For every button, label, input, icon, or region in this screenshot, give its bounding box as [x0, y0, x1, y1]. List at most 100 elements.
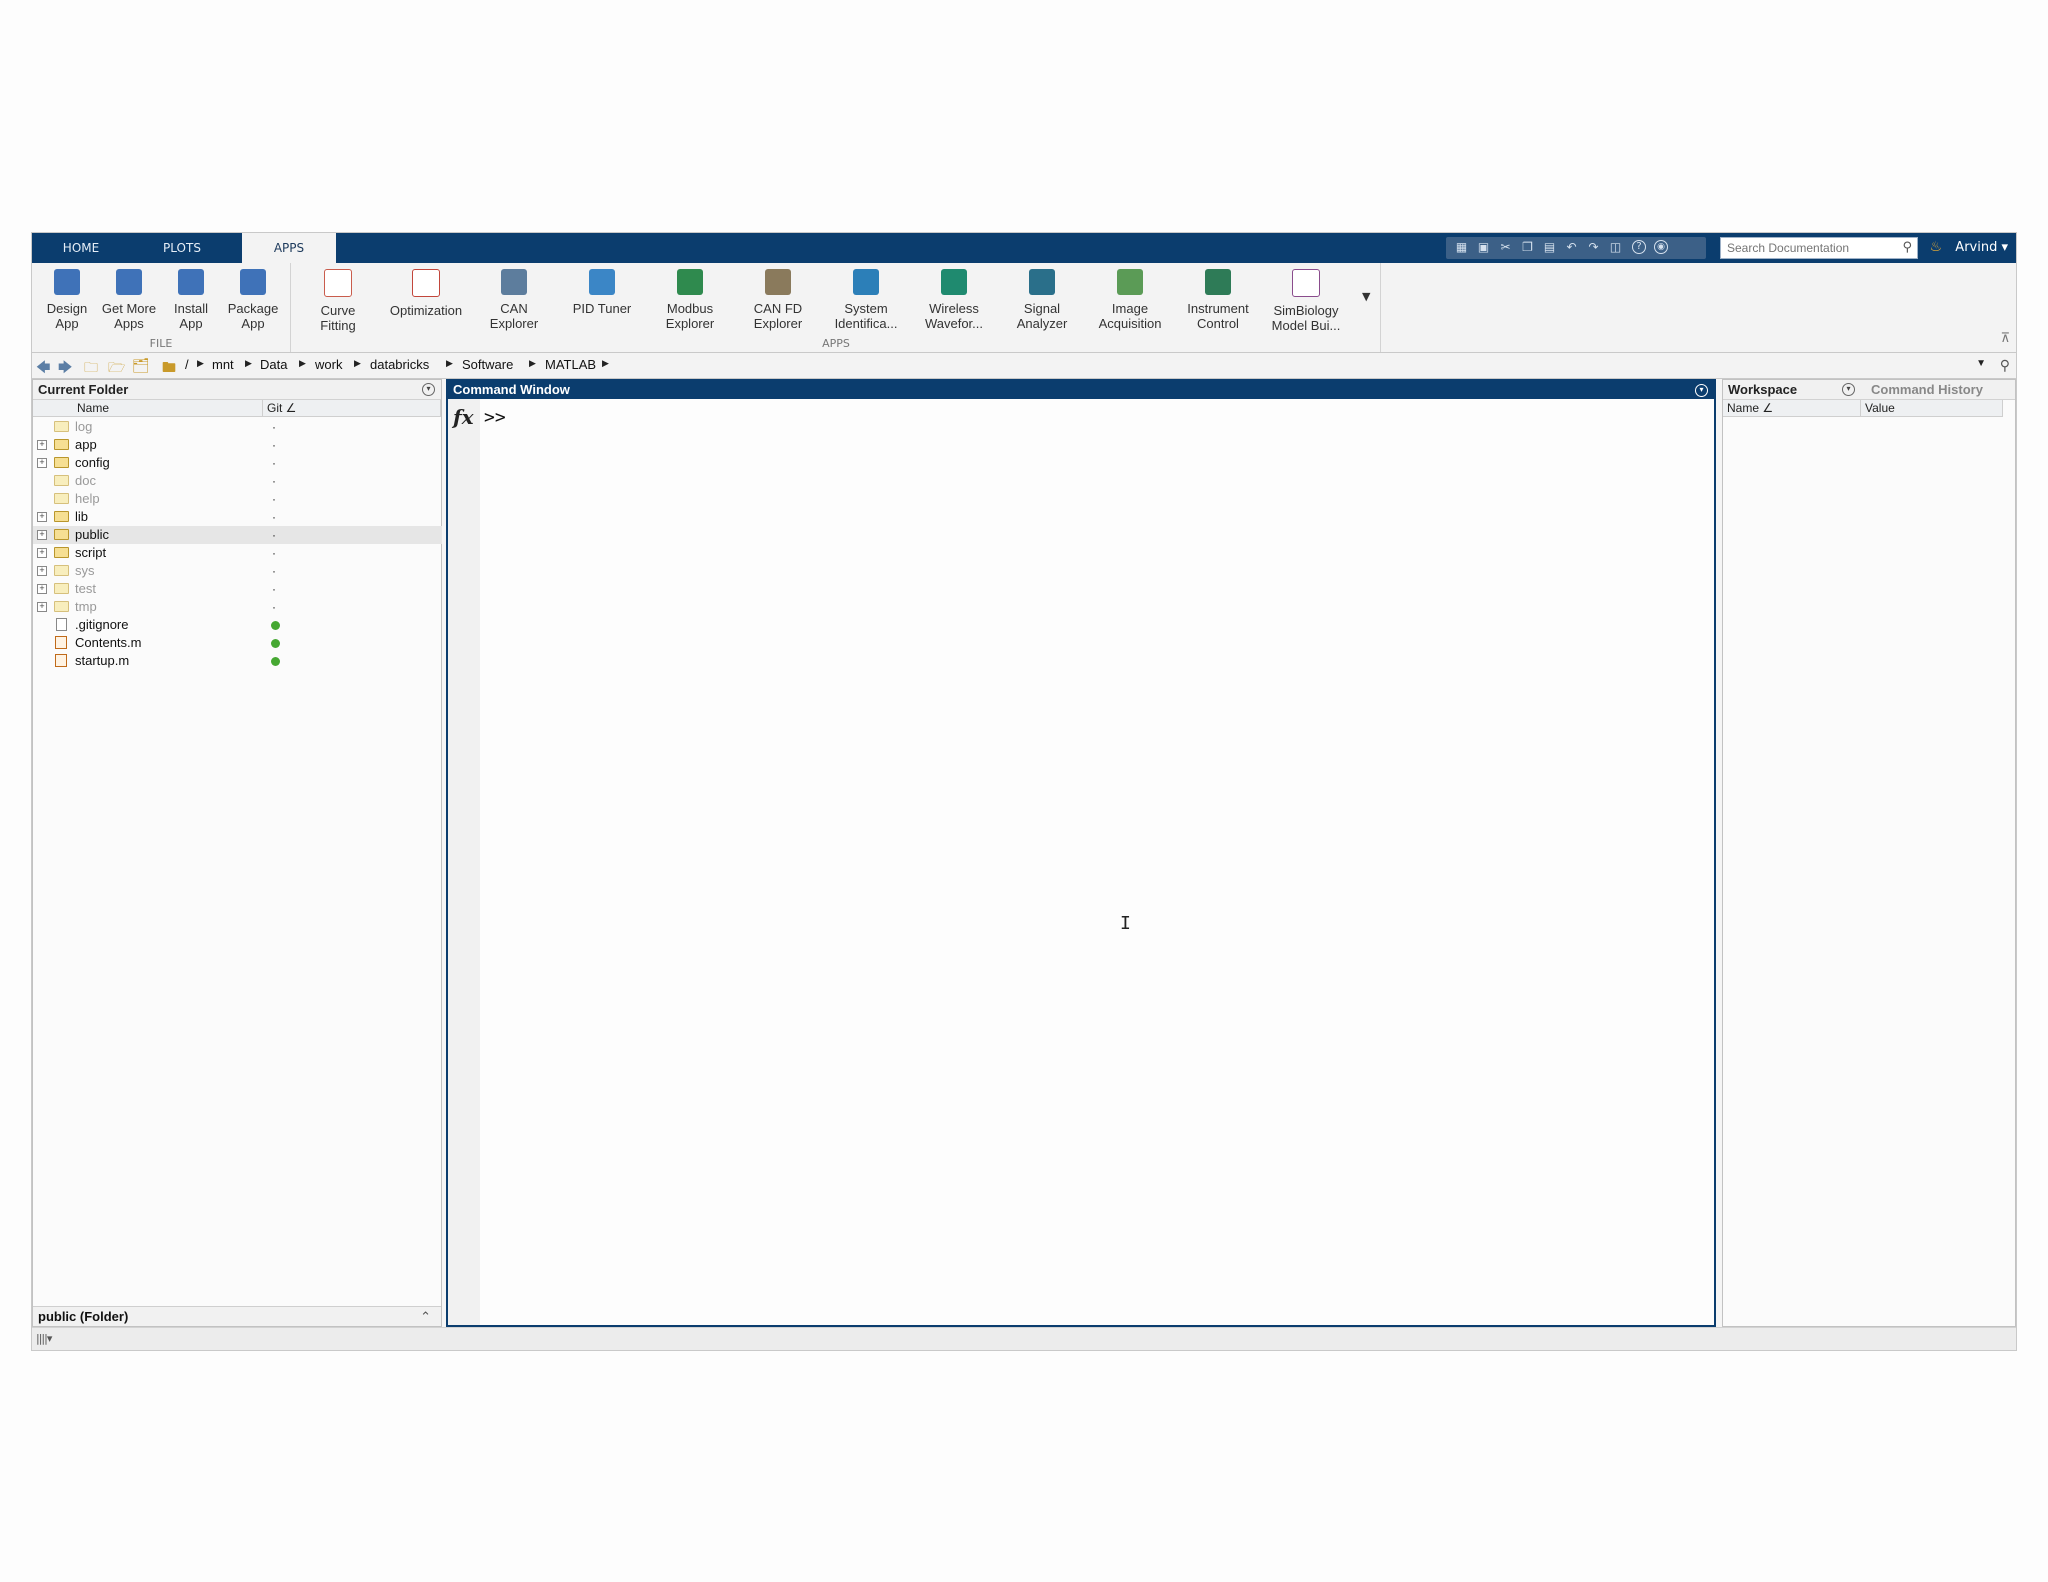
- crumb-separator[interactable]: ▶: [602, 358, 609, 369]
- list-item[interactable]: help ·: [33, 490, 442, 508]
- panel-menu-icon[interactable]: ▾: [1695, 384, 1708, 397]
- notification-bell-icon[interactable]: ♨: [1929, 239, 1942, 255]
- function-browser-icon[interactable]: fx: [453, 405, 474, 429]
- community-icon[interactable]: ◉: [1654, 240, 1668, 254]
- crumb-root[interactable]: /: [185, 357, 189, 372]
- list-item[interactable]: Contents.m: [33, 634, 442, 652]
- current-folder-header: Current Folder ▾: [33, 380, 441, 400]
- can-explorer-button[interactable]: CAN Explorer: [472, 269, 556, 331]
- list-item[interactable]: + tmp ·: [33, 598, 442, 616]
- modbus-explorer-button[interactable]: Modbus Explorer: [648, 269, 732, 331]
- folder-history-icon[interactable]: 🗂: [132, 357, 150, 374]
- instrument-control-button[interactable]: Instrument Control: [1176, 269, 1260, 331]
- tab-plots[interactable]: PLOTS: [130, 233, 234, 263]
- expand-icon[interactable]: +: [37, 512, 47, 522]
- signal-analyzer-button[interactable]: Signal Analyzer: [1000, 269, 1084, 331]
- curve-fitting-button[interactable]: Curve Fitting: [296, 269, 380, 333]
- folder-icon: [54, 439, 69, 450]
- save-icon[interactable]: ▣: [1476, 240, 1491, 255]
- modbus-explorer-icon: [677, 269, 703, 295]
- resize-grip-icon[interactable]: ||||▾: [36, 1332, 52, 1345]
- expand-icon[interactable]: +: [37, 566, 47, 576]
- switch-windows-icon[interactable]: ◫: [1608, 240, 1623, 255]
- list-item[interactable]: + lib ·: [33, 508, 442, 526]
- redo-icon[interactable]: ↷: [1586, 240, 1601, 255]
- expand-icon[interactable]: +: [37, 440, 47, 450]
- column-header-name[interactable]: Name ∠: [1723, 400, 1861, 417]
- crumb-matlab[interactable]: MATLAB: [545, 357, 596, 372]
- panel-menu-icon[interactable]: ▾: [422, 383, 435, 396]
- design-app-button[interactable]: Design App: [32, 269, 102, 331]
- browse-folder-icon[interactable]: 🗁: [108, 357, 125, 381]
- crumb-work[interactable]: work: [315, 357, 342, 372]
- crumb-software[interactable]: Software: [462, 357, 513, 372]
- column-header-value[interactable]: Value: [1861, 400, 2003, 417]
- package-app-button[interactable]: Package App: [218, 269, 288, 331]
- pid-tuner-button[interactable]: PID Tuner: [560, 269, 644, 316]
- column-header-git[interactable]: Git ∠: [263, 400, 441, 417]
- expand-icon[interactable]: +: [37, 458, 47, 468]
- crumb-separator[interactable]: ▶: [245, 358, 252, 369]
- search-icon[interactable]: ⚲: [1902, 240, 1912, 255]
- up-folder-icon[interactable]: 🗀: [84, 357, 98, 381]
- file-section-label: FILE: [149, 337, 173, 350]
- cut-icon[interactable]: ✂: [1498, 240, 1513, 255]
- expand-icon[interactable]: +: [37, 602, 47, 612]
- crumb-separator[interactable]: ▶: [354, 358, 361, 369]
- tab-home[interactable]: HOME: [32, 233, 130, 263]
- image-acquisition-button[interactable]: Image Acquisition: [1088, 269, 1172, 331]
- search-documentation-input[interactable]: [1720, 237, 1918, 259]
- system-identification-button[interactable]: System Identifica...: [824, 269, 908, 331]
- expand-icon[interactable]: +: [37, 548, 47, 558]
- folder-icon: [54, 475, 69, 486]
- expand-icon[interactable]: +: [37, 530, 47, 540]
- optimization-button[interactable]: Optimization: [384, 269, 468, 318]
- tab-workspace[interactable]: Workspace: [1728, 380, 1797, 399]
- copy-icon[interactable]: ❐: [1520, 240, 1535, 255]
- install-app-button[interactable]: Install App: [156, 269, 226, 331]
- list-item[interactable]: + sys ·: [33, 562, 442, 580]
- details-pane[interactable]: public (Folder) ⌃: [33, 1306, 441, 1326]
- collapse-ribbon-icon[interactable]: ⊼: [2000, 331, 2010, 346]
- crumb-separator[interactable]: ▶: [446, 358, 453, 369]
- expand-icon[interactable]: +: [37, 584, 47, 594]
- undo-icon[interactable]: ↶: [1564, 240, 1579, 255]
- wireless-waveform-button[interactable]: Wireless Wavefor...: [912, 269, 996, 331]
- list-item[interactable]: + config ·: [33, 454, 442, 472]
- tab-command-history[interactable]: Command History: [1871, 380, 1983, 399]
- command-window[interactable]: Command Window ▾ fx >> I: [446, 379, 1716, 1327]
- list-item[interactable]: + script ·: [33, 544, 442, 562]
- list-item[interactable]: startup.m: [33, 652, 442, 670]
- column-header-name[interactable]: Name: [33, 400, 263, 417]
- address-dropdown-icon[interactable]: ▼: [1976, 358, 1986, 369]
- crumb-separator[interactable]: ▶: [529, 358, 536, 369]
- can-fd-explorer-button[interactable]: CAN FD Explorer: [736, 269, 820, 331]
- list-item[interactable]: log ·: [33, 418, 442, 436]
- crumb-data[interactable]: Data: [260, 357, 287, 372]
- help-icon[interactable]: ?: [1632, 240, 1646, 254]
- crumb-separator[interactable]: ▶: [197, 358, 204, 369]
- list-item-selected[interactable]: + public ·: [33, 526, 442, 544]
- address-search-icon[interactable]: ⚲: [2000, 357, 2010, 374]
- list-item[interactable]: + test ·: [33, 580, 442, 598]
- get-more-apps-button[interactable]: Get More Apps: [94, 269, 164, 331]
- command-prompt[interactable]: >>: [484, 407, 506, 428]
- crumb-separator[interactable]: ▶: [299, 358, 306, 369]
- tab-apps[interactable]: APPS: [242, 233, 336, 264]
- simbiology-button[interactable]: SimBiology Model Bui...: [1264, 269, 1348, 333]
- forward-icon[interactable]: 🡆: [58, 357, 72, 381]
- crumb-databricks[interactable]: databricks: [370, 357, 429, 372]
- layout-icon[interactable]: ▦: [1454, 240, 1469, 255]
- panel-menu-icon[interactable]: ▾: [1842, 383, 1855, 396]
- chevron-up-icon[interactable]: ⌃: [420, 1307, 431, 1327]
- paste-icon[interactable]: ▤: [1542, 240, 1557, 255]
- crumb-mnt[interactable]: mnt: [212, 357, 234, 372]
- list-item[interactable]: .gitignore: [33, 616, 442, 634]
- address-bar: 🡄 🡆 🗀 🗁 🗂 🖿 / ▶ mnt ▶ Data ▶ work ▶ data…: [32, 353, 2016, 379]
- back-icon[interactable]: 🡄: [36, 357, 50, 381]
- list-item[interactable]: + app ·: [33, 436, 442, 454]
- apps-section-label: APPS: [822, 337, 850, 350]
- user-menu[interactable]: Arvind ▾: [1955, 233, 2008, 263]
- list-item[interactable]: doc ·: [33, 472, 442, 490]
- more-apps-chevron-icon[interactable]: ▼: [1362, 290, 1370, 303]
